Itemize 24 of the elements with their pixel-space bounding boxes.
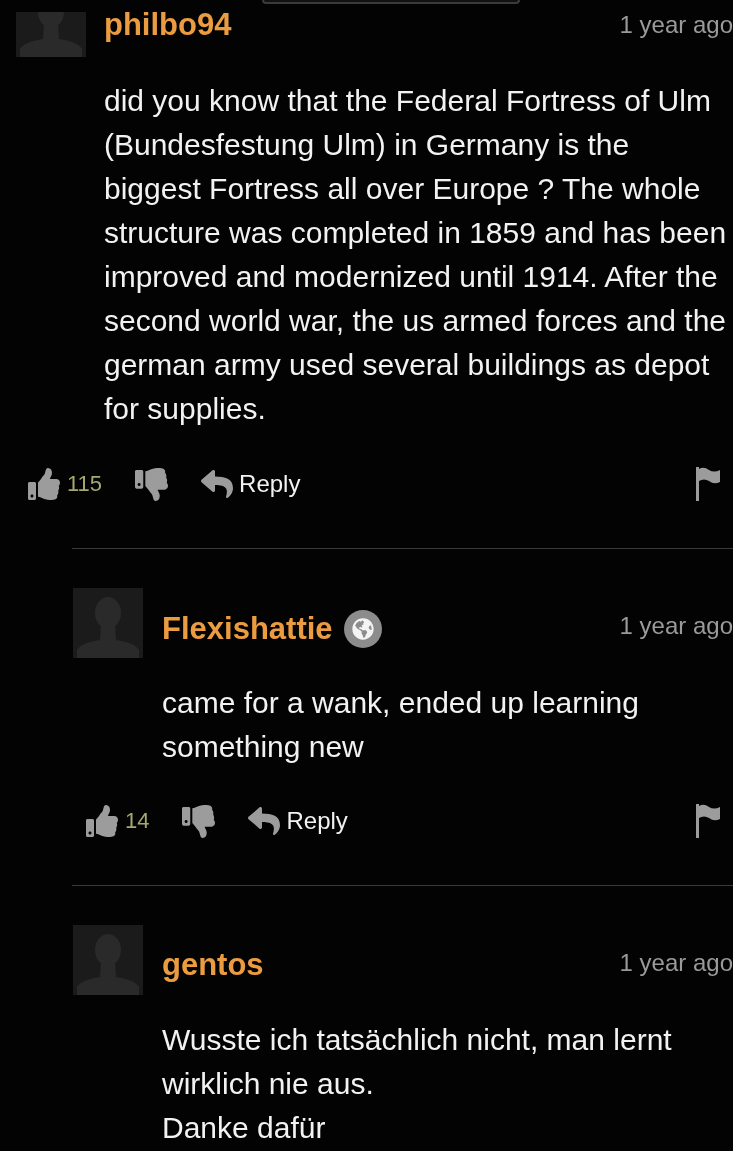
username-link[interactable]: Flexishattie	[162, 611, 333, 647]
reply-button[interactable]: Reply	[248, 805, 348, 837]
like-count: 115	[67, 470, 103, 498]
username-link[interactable]: philbo94	[104, 7, 232, 43]
flag-icon[interactable]	[696, 804, 720, 838]
thumbs-down-icon[interactable]	[135, 467, 169, 501]
timestamp: 1 year ago	[619, 611, 733, 641]
timestamp: 1 year ago	[619, 10, 733, 40]
comment-text: came for a wank, ended up learning something new	[162, 685, 640, 765]
timestamp: 1 year ago	[619, 948, 733, 978]
reply-icon	[248, 805, 281, 837]
thumbs-down-icon[interactable]	[182, 804, 216, 838]
comment-text: Wusste ich tatsächlich nicht, man lernt wirklich nie aus. Danke dafür	[162, 1022, 673, 1146]
reply-icon	[201, 468, 234, 500]
avatar-silhouette	[73, 925, 143, 995]
comment-text: did you know that the Federal Fortress of Ulm (Bundesfestung Ulm) in Germany is the biggest Fortress all over Europe ? The whole structure was completed in 1859 and has been improved and modernized until 1914. After the second world war, the us armed forces and the german army used several buildings as depot for supplies.	[104, 83, 728, 427]
like-count: 14	[125, 807, 150, 835]
thumbs-up-icon[interactable]	[28, 468, 60, 500]
avatar-silhouette	[73, 588, 143, 658]
avatar-silhouette	[16, 12, 86, 57]
username-link[interactable]: gentos	[162, 947, 264, 983]
flag-icon[interactable]	[696, 467, 720, 501]
reply-button[interactable]: Reply	[201, 468, 301, 500]
thumbs-up-icon[interactable]	[86, 805, 118, 837]
